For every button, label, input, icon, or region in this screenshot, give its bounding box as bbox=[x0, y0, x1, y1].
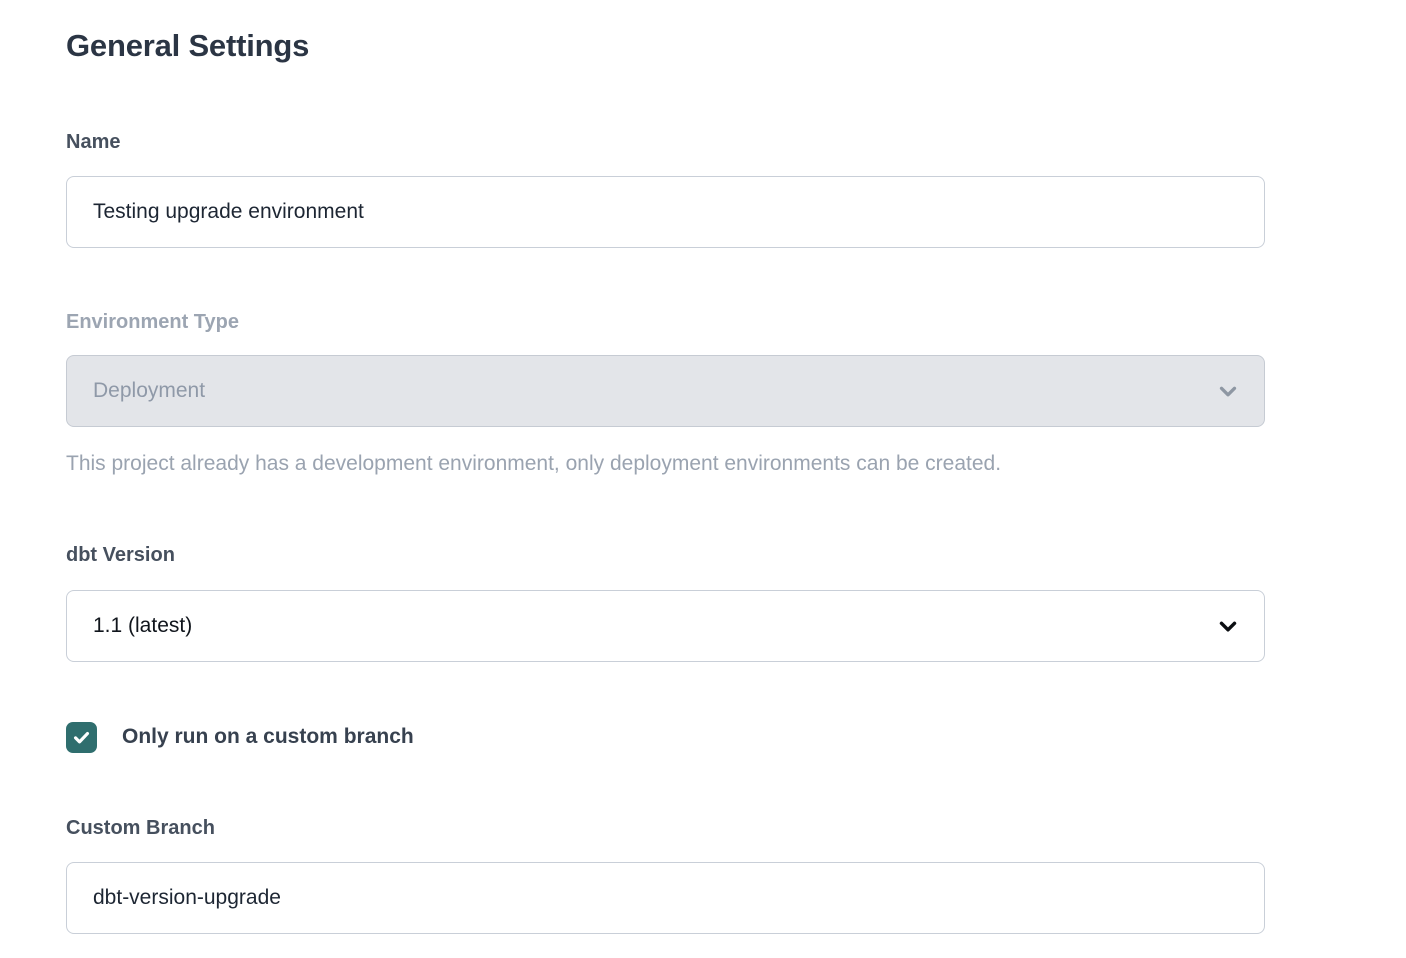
custom-branch-input[interactable] bbox=[66, 862, 1265, 934]
chevron-down-icon bbox=[1214, 612, 1242, 640]
custom-branch-toggle-row: Only run on a custom branch bbox=[66, 721, 1265, 753]
general-settings-page: General Settings Name Environment Type D… bbox=[0, 0, 1406, 958]
dbt-version-select[interactable]: 1.1 (latest) bbox=[66, 590, 1265, 662]
page-title: General Settings bbox=[66, 26, 1265, 66]
custom-branch-label: Custom Branch bbox=[66, 816, 1265, 840]
environment-type-label: Environment Type bbox=[66, 310, 1265, 334]
checkmark-icon bbox=[72, 728, 91, 747]
name-label: Name bbox=[66, 130, 1265, 154]
custom-branch-toggle-label[interactable]: Only run on a custom branch bbox=[122, 721, 414, 753]
environment-type-value: Deployment bbox=[93, 379, 205, 403]
chevron-down-icon bbox=[1214, 377, 1242, 405]
environment-type-help-text: This project already has a development e… bbox=[66, 450, 1265, 478]
name-input[interactable] bbox=[66, 176, 1265, 248]
dbt-version-value: 1.1 (latest) bbox=[93, 614, 192, 638]
dbt-version-label: dbt Version bbox=[66, 543, 1265, 567]
custom-branch-checkbox[interactable] bbox=[66, 722, 97, 753]
environment-type-select: Deployment bbox=[66, 355, 1265, 427]
